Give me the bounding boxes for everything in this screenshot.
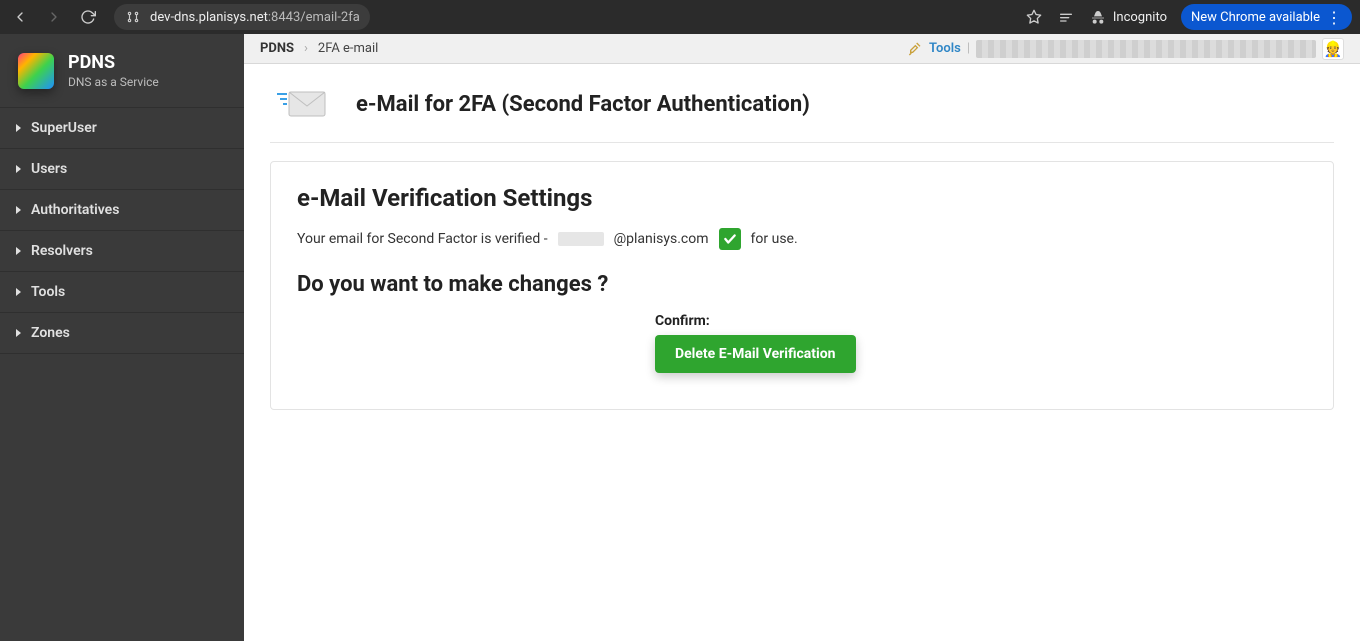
settings-card: e-Mail Verification Settings Your email … [270,161,1334,410]
new-chrome-label: New Chrome available [1191,10,1320,25]
url-host: dev-dns.planisys.net:8443/email-2fa [150,10,360,25]
page-header: e-Mail for 2FA (Second Factor Authentica… [270,86,1334,143]
topbar: PDNS › 2FA e-mail Tools | 👷 [244,34,1360,64]
sidebar-item-zones[interactable]: Zones [0,313,244,354]
crumb-root[interactable]: PDNS [260,41,294,56]
sidebar-item-superuser[interactable]: SuperUser [0,108,244,149]
sidebar-item-tools[interactable]: Tools [0,272,244,313]
status-prefix: Your email for Second Factor is verified… [297,231,548,247]
reload-button[interactable] [76,5,100,29]
separator: | [967,41,970,56]
tools-icon [905,40,923,58]
verified-check-icon [719,228,741,250]
sidebar-item-label: Users [31,161,67,177]
sidebar-item-label: Resolvers [31,243,93,259]
email-domain: @planisys.com [614,231,709,247]
caret-right-icon [16,288,21,296]
new-chrome-pill[interactable]: New Chrome available ⋮ [1181,4,1352,30]
delete-verification-button[interactable]: Delete E-Mail Verification [655,335,856,373]
caret-right-icon [16,247,21,255]
incognito-label: Incognito [1113,10,1167,25]
sidebar-item-users[interactable]: Users [0,149,244,190]
changes-title: Do you want to make changes ? [297,272,1307,297]
sidebar-item-label: SuperUser [31,120,97,136]
back-button[interactable] [8,5,32,29]
email-local-redacted [558,232,604,246]
media-control-icon[interactable] [1057,8,1075,26]
tools-link[interactable]: Tools [929,41,961,56]
kebab-icon: ⋮ [1326,8,1342,27]
brand-title: PDNS [68,52,159,73]
mail-icon [270,86,334,122]
avatar[interactable]: 👷 [1322,38,1344,60]
breadcrumb: PDNS › 2FA e-mail [260,41,378,56]
crumb-current: 2FA e-mail [318,41,378,56]
sidebar-item-resolvers[interactable]: Resolvers [0,231,244,272]
brand[interactable]: PDNS DNS as a Service [0,34,244,107]
caret-right-icon [16,329,21,337]
sidebar-item-label: Zones [31,325,70,341]
button-label: Delete E-Mail Verification [675,346,836,362]
forward-button[interactable] [42,5,66,29]
status-line: Your email for Second Factor is verified… [297,228,1307,250]
user-name-redacted [976,40,1316,58]
sidebar: PDNS DNS as a Service SuperUser Users Au… [0,34,244,641]
sidebar-item-label: Tools [31,284,65,300]
page-title: e-Mail for 2FA (Second Factor Authentica… [356,92,810,117]
sidebar-item-authoritatives[interactable]: Authoritatives [0,190,244,231]
brand-logo-icon [18,53,54,89]
incognito-indicator: Incognito [1089,8,1167,26]
incognito-icon [1089,8,1107,26]
section-title: e-Mail Verification Settings [297,184,1307,212]
sidebar-item-label: Authoritatives [31,202,119,218]
brand-subtitle: DNS as a Service [68,75,159,89]
confirm-label: Confirm: [655,313,1307,329]
address-bar[interactable]: dev-dns.planisys.net:8443/email-2fa [114,4,370,30]
bookmark-star-icon[interactable] [1025,8,1043,26]
side-nav: SuperUser Users Authoritatives Resolvers… [0,107,244,354]
status-suffix: for use. [751,231,798,247]
caret-right-icon [16,206,21,214]
chevron-right-icon: › [304,41,308,56]
main: PDNS › 2FA e-mail Tools | 👷 [244,34,1360,641]
caret-right-icon [16,165,21,173]
browser-chrome: dev-dns.planisys.net:8443/email-2fa Inco… [0,0,1360,34]
caret-right-icon [16,124,21,132]
site-settings-icon[interactable] [124,8,142,26]
